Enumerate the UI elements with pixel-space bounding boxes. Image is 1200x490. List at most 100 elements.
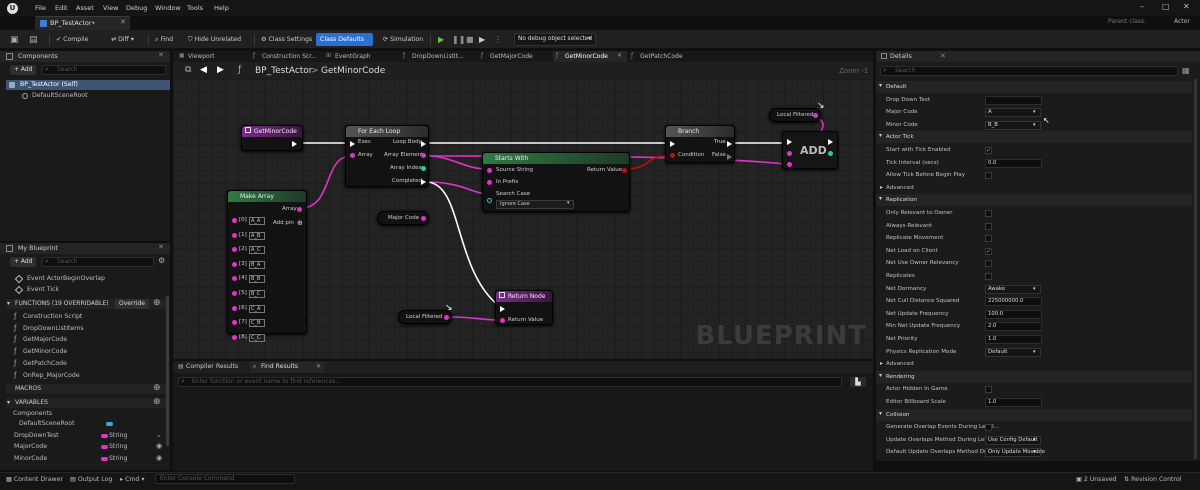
find-button[interactable]: ⌕ Find [155,34,173,46]
element-value-field[interactable]: C_A [249,304,265,313]
output-log-button[interactable]: ▤ Output Log [70,476,112,483]
property-input[interactable]: 1.0 [985,335,1042,344]
property-input[interactable] [985,95,1042,105]
condition-pin[interactable] [670,153,675,158]
element-value-field[interactable]: B_B [249,275,265,284]
node-make-array[interactable]: Make Array Array Add pin ⊕ [0] A_A [1] A_B[… [227,190,307,342]
add-component-button[interactable]: + Add [10,65,36,75]
array-in-pin[interactable] [350,153,355,158]
property-input[interactable]: 1.0 [985,398,1042,407]
function-item[interactable]: OnRep_MajorCode [23,371,80,381]
function-item[interactable]: DropDownListItems [23,324,84,334]
element-value-field[interactable]: A_C [249,246,265,255]
add-member-button[interactable]: + Add [10,257,36,267]
property-dropdown[interactable]: B_B ▾ [985,120,1041,130]
function-item[interactable]: GetMajorCode [23,335,67,345]
variable-item[interactable]: MajorCode [14,442,47,452]
details-section[interactable]: Actor Tick [876,131,1192,144]
graph-tab-1[interactable]: ƒ Construction Scr... [250,51,322,62]
node-local-filtered-get-return[interactable]: Local Filtered [398,310,452,324]
array-out-pin[interactable] [297,207,302,212]
menu-item-file[interactable]: File [35,4,46,12]
forward-arrow-icon[interactable]: ▶ [217,65,224,75]
components-search-input[interactable]: Search [42,65,166,75]
menu-item-debug[interactable]: Debug [126,4,147,12]
back-arrow-icon[interactable]: ◀ [200,65,207,75]
variable-item[interactable]: DefaultSceneRoot [19,419,75,429]
details-search-input[interactable]: Search [880,66,1178,76]
add-function-icon[interactable]: ⊕ [153,298,161,308]
property-checkbox[interactable] [985,235,992,243]
loop-body-pin[interactable] [421,141,426,147]
array-index-pin[interactable] [421,166,426,171]
compile-button[interactable]: ✔ Compile [56,34,88,46]
play-icon[interactable]: ▶ [438,35,444,44]
property-checkbox[interactable] [985,424,992,432]
override-select[interactable]: Override [115,299,149,309]
prefix-pin[interactable] [487,180,492,185]
breadcrumb-blueprint[interactable]: BP_TestActor [255,66,313,76]
true-pin[interactable] [727,141,732,147]
details-section[interactable]: Collision [876,408,1192,421]
variable-item[interactable]: DropDownTest [14,431,59,441]
menu-item-view[interactable]: View [103,4,118,12]
new-item-pin[interactable] [787,162,792,167]
hide-unrelated-button[interactable]: ⛉ Hide Unrelated [188,34,241,46]
unsaved-button[interactable]: ▣ 2 Unsaved [1076,476,1117,483]
property-dropdown[interactable]: A ▾ [985,108,1041,118]
stop-icon[interactable]: ■ [466,35,474,44]
diff-button[interactable]: ⇄ Diff ▾ [111,34,134,46]
property-checkbox[interactable]: ✓ [985,147,992,154]
element-in-pin[interactable] [232,305,237,311]
eye-icon[interactable]: ◉ [156,442,162,450]
graph-tab-2[interactable]: ⊞ EventGraph [323,51,399,62]
menu-item-asset[interactable]: Asset [76,4,94,12]
tab-compiler-results[interactable]: Compiler Results [186,363,238,370]
find-in-all-blueprints-button[interactable]: ▙ [850,377,866,387]
completed-pin[interactable] [421,179,426,185]
property-input[interactable]: 100.0 [985,309,1042,319]
add-variable-icon[interactable]: ⊕ [153,397,161,407]
element-in-pin[interactable] [232,218,237,223]
array-element-pin[interactable] [421,153,426,158]
eject-icon[interactable]: ▶ [479,35,485,44]
browse-icon[interactable]: ▤ [29,34,38,46]
variable-out-pin[interactable] [444,315,449,320]
property-dropdown[interactable]: Default ▾ [985,347,1041,357]
return-value-pin[interactable] [622,168,627,173]
variable-out-pin[interactable] [421,216,426,221]
details-section[interactable]: Replication [876,194,1192,207]
add-macro-icon[interactable]: ⊕ [153,383,161,393]
element-value-field[interactable]: A_A [249,217,265,225]
exec-in-pin[interactable] [670,141,675,147]
class-settings-button[interactable]: ⚙ Class Settings [261,34,312,46]
property-checkbox[interactable] [985,260,992,268]
target-array-pin[interactable] [787,151,792,156]
exec-in-pin[interactable] [787,139,792,145]
variables-section[interactable]: VARIABLES [6,398,166,408]
property-matrix-icon[interactable]: ▦ [1182,66,1190,75]
element-value-field[interactable]: B_C [249,290,265,298]
eye-icon[interactable]: ◉ [156,454,162,462]
variable-out-pin[interactable] [813,113,818,118]
property-checkbox[interactable] [985,386,992,394]
index-out-pin[interactable] [828,151,833,156]
function-item[interactable]: Construction Script [23,312,82,322]
cmd-select[interactable]: ▸ Cmd ▾ [120,476,144,483]
revision-control-button[interactable]: ⇅ Revision Control [1124,476,1181,483]
menu-item-help[interactable]: Help [214,4,229,12]
scrollbar[interactable] [1194,79,1197,459]
source-string-pin[interactable] [487,168,492,173]
node-branch[interactable]: Branch Condition True False [665,125,735,163]
close-panel-icon[interactable]: ✕ [940,52,946,60]
property-checkbox[interactable] [985,172,992,180]
exec-in-pin[interactable] [350,141,355,147]
event-item[interactable]: Event Tick [27,285,59,295]
component-default-scene-root[interactable]: DefaultSceneRoot [20,91,88,101]
close-panel-icon[interactable]: ✕ [158,243,164,251]
node-array-add[interactable]: ADD [782,131,838,169]
search-case-select[interactable]: Ignore Case [496,200,574,209]
event-item[interactable]: Event ActorBeginOverlap [27,274,105,284]
false-pin[interactable] [727,154,732,160]
exec-out-pin[interactable] [828,139,833,145]
